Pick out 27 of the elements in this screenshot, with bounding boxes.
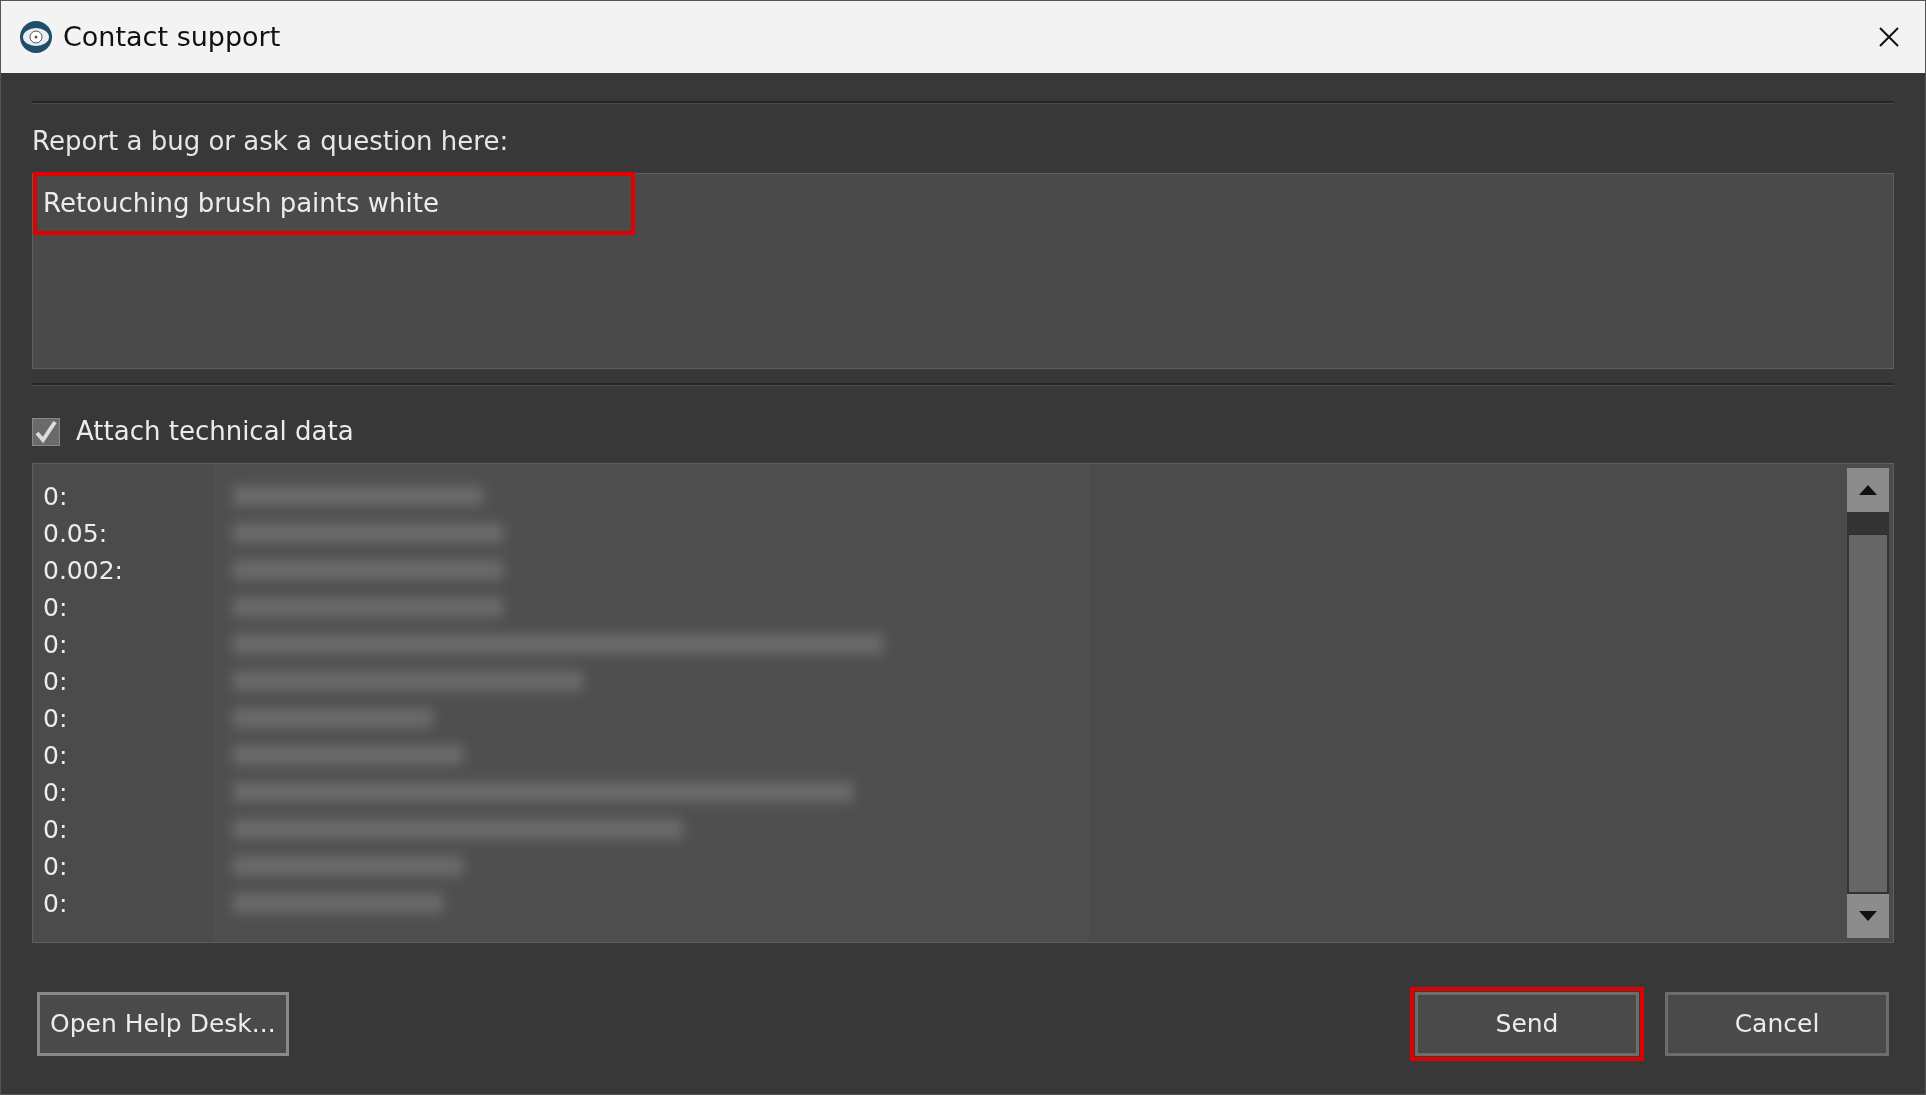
- data-key: 0:: [43, 774, 1837, 811]
- scroll-up-button[interactable]: [1847, 468, 1889, 512]
- data-key: 0:: [43, 811, 1837, 848]
- close-icon: [1878, 26, 1900, 48]
- data-key: 0:: [43, 885, 1837, 922]
- send-button[interactable]: Send: [1415, 992, 1639, 1056]
- data-key: 0.002:: [43, 552, 1837, 589]
- attach-label: Attach technical data: [76, 415, 354, 448]
- data-key: 0:: [43, 737, 1837, 774]
- up-triangle-icon: [1859, 485, 1877, 495]
- cancel-button[interactable]: Cancel: [1665, 992, 1889, 1056]
- scroll-down-button[interactable]: [1847, 894, 1889, 938]
- data-key: 0:: [43, 589, 1837, 626]
- attach-checkbox[interactable]: [32, 417, 60, 446]
- data-key: 0:: [43, 848, 1837, 885]
- data-key: 0:: [43, 700, 1837, 737]
- help-desk-button[interactable]: Open Help Desk...: [37, 992, 289, 1056]
- data-key: 0.05:: [43, 515, 1837, 552]
- data-key: 0:: [43, 626, 1837, 663]
- prompt-label: Report a bug or ask a question here:: [32, 125, 510, 158]
- app-logo-icon: [19, 20, 53, 54]
- message-field[interactable]: Retouching brush paints white: [32, 173, 1894, 369]
- down-triangle-icon: [1859, 911, 1877, 921]
- data-key: 0:: [43, 663, 1837, 700]
- data-key: 0:: [43, 478, 1837, 515]
- window-title: Contact support: [63, 19, 281, 54]
- scrollbar-thumb[interactable]: [1849, 534, 1887, 892]
